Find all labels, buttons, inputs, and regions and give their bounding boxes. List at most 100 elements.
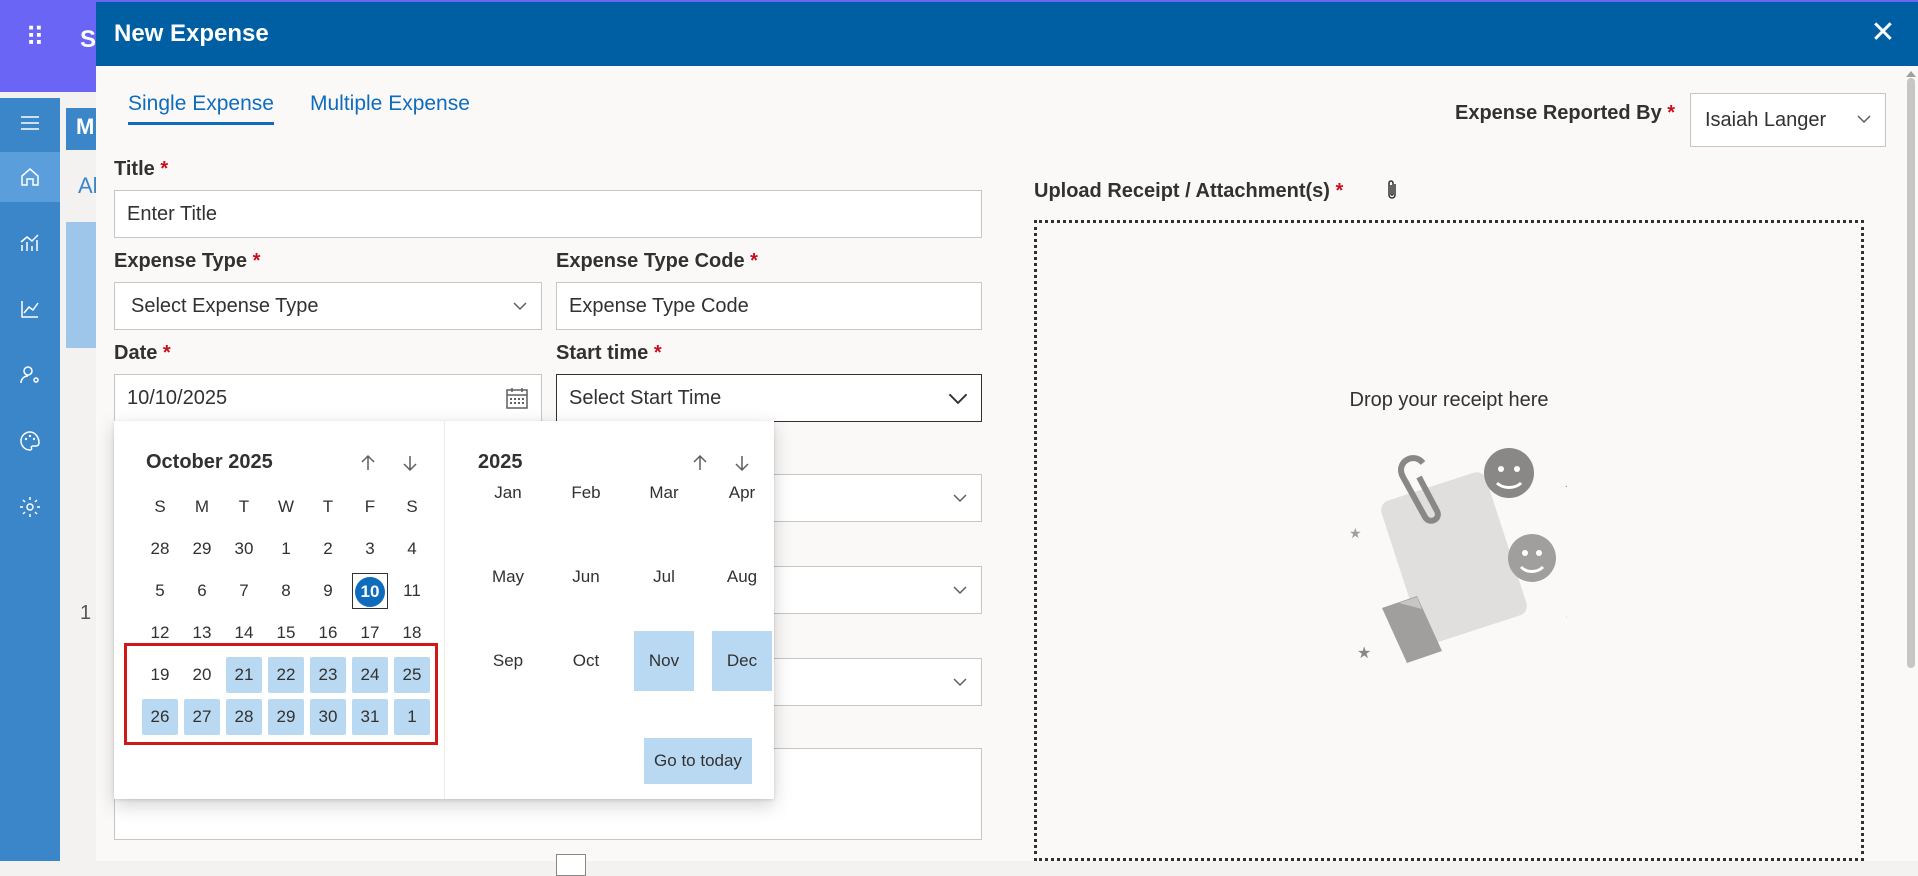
title-input[interactable]: Enter Title xyxy=(114,190,982,238)
user-settings-icon[interactable] xyxy=(0,350,60,400)
receipt-drop-zone[interactable]: Drop your receipt here ★ ★ ★ ★ xyxy=(1034,220,1864,861)
calendar-month-aug[interactable]: Aug xyxy=(712,547,772,607)
calendar-day[interactable]: 3 xyxy=(352,531,388,567)
date-picker-popup: October 2025 SMTWTFS 28 29 30 1 2 3 4 5 6 7 8 9 10 11… xyxy=(114,421,774,799)
new-expense-dialog: New Expense ✕ Single Expense Multiple Ex… xyxy=(96,2,1918,876)
chevron-down-icon xyxy=(951,581,969,599)
expense-type-dropdown[interactable]: Select Expense Type xyxy=(114,282,542,330)
hamburger-icon[interactable] xyxy=(0,98,60,148)
calendar-day[interactable]: 5 xyxy=(142,573,178,609)
calendar-month-jun[interactable]: Jun xyxy=(556,547,616,607)
home-icon[interactable] xyxy=(0,152,60,202)
calendar-day[interactable]: 16 xyxy=(310,615,346,651)
calendar-day[interactable]: 22 xyxy=(268,657,304,693)
expense-type-code-input[interactable]: Expense Type Code xyxy=(556,282,982,330)
calendar-day[interactable]: 2 xyxy=(310,531,346,567)
day-header: W xyxy=(277,497,295,516)
calendar-day[interactable]: 14 xyxy=(226,615,262,651)
calendar-month-oct[interactable]: Oct xyxy=(556,631,616,691)
day-header: S xyxy=(154,497,166,516)
calendar-month-title[interactable]: October 2025 xyxy=(146,451,273,474)
expense-type-code-label: Expense Type Code * xyxy=(556,250,758,272)
calendar-day[interactable]: 31 xyxy=(352,699,388,735)
day-header: S xyxy=(406,497,418,516)
calendar-day[interactable]: 1 xyxy=(268,531,304,567)
calendar-day[interactable]: 25 xyxy=(394,657,430,693)
palette-icon[interactable] xyxy=(0,416,60,466)
title-label: Title * xyxy=(114,158,169,180)
previous-month-arrow-up-icon[interactable] xyxy=(354,449,382,477)
dialog-header: New Expense ✕ xyxy=(96,2,1918,66)
calendar-day[interactable]: 26 xyxy=(142,699,178,735)
calendar-month-mar[interactable]: Mar xyxy=(634,463,694,523)
gear-icon[interactable] xyxy=(0,482,60,532)
calendar-day[interactable]: 7 xyxy=(226,573,262,609)
calendar-day[interactable]: 12 xyxy=(142,615,178,651)
chevron-down-icon xyxy=(951,489,969,507)
calendar-month-apr[interactable]: Apr xyxy=(712,463,772,523)
calendar-month-nov[interactable]: Nov xyxy=(634,631,694,691)
trend-chart-icon[interactable] xyxy=(0,284,60,334)
calendar-day[interactable]: 24 xyxy=(352,657,388,693)
calendar-day[interactable]: 29 xyxy=(268,699,304,735)
app-title-fragment: S xyxy=(80,26,97,53)
calendar-day[interactable]: 28 xyxy=(226,699,262,735)
calendar-month-feb[interactable]: Feb xyxy=(556,463,616,523)
calendar-day[interactable]: 11 xyxy=(394,573,430,609)
calendar-day[interactable]: 13 xyxy=(184,615,220,651)
chevron-down-icon xyxy=(947,387,969,409)
calendar-month-dec[interactable]: Dec xyxy=(712,631,772,691)
next-month-arrow-down-icon[interactable] xyxy=(396,449,424,477)
day-header: T xyxy=(238,497,250,516)
scroll-up-arrow-icon[interactable] xyxy=(1905,66,1917,77)
chevron-down-icon xyxy=(1855,110,1873,128)
chevron-down-icon xyxy=(951,673,969,691)
start-time-label: Start time * xyxy=(556,342,662,364)
calendar-month-sep[interactable]: Sep xyxy=(478,631,538,691)
chevron-down-icon xyxy=(511,297,529,315)
calendar-day[interactable]: 9 xyxy=(310,573,346,609)
calendar-day[interactable]: 29 xyxy=(184,531,220,567)
calendar-day[interactable]: 20 xyxy=(184,657,220,693)
dialog-scrollbar[interactable] xyxy=(1907,78,1915,668)
calendar-day[interactable]: 28 xyxy=(142,531,178,567)
start-time-dropdown[interactable]: Select Start Time xyxy=(556,374,982,422)
close-icon[interactable]: ✕ xyxy=(1868,18,1898,48)
date-input[interactable]: 10/10/2025 xyxy=(114,374,542,422)
svg-text:★: ★ xyxy=(1349,525,1362,541)
calendar-day[interactable]: 15 xyxy=(268,615,304,651)
calendar-day[interactable]: 19 xyxy=(142,657,178,693)
tab-multiple-expense[interactable]: Multiple Expense xyxy=(310,92,470,122)
calendar-day[interactable]: 6 xyxy=(184,573,220,609)
calendar-day[interactable]: 27 xyxy=(184,699,220,735)
calendar-icon[interactable] xyxy=(505,386,529,410)
reported-by-label: Expense Reported By * xyxy=(1455,102,1676,124)
checkbox[interactable] xyxy=(556,854,586,876)
background-tab: Al xyxy=(78,173,98,198)
tab-single-expense[interactable]: Single Expense xyxy=(128,92,274,125)
dialog-title: New Expense xyxy=(114,20,269,47)
calendar-month-jul[interactable]: Jul xyxy=(634,547,694,607)
calendar-day[interactable]: 18 xyxy=(394,615,430,651)
day-header: F xyxy=(364,497,376,516)
calendar-day[interactable]: 21 xyxy=(226,657,262,693)
calendar-day[interactable]: 1 xyxy=(394,699,430,735)
calendar-day[interactable]: 17 xyxy=(352,615,388,651)
reported-by-dropdown[interactable]: Isaiah Langer xyxy=(1690,93,1886,147)
go-to-today-button[interactable]: Go to today xyxy=(644,738,752,784)
calendar-day[interactable]: 4 xyxy=(394,531,430,567)
calendar-month-may[interactable]: May xyxy=(478,547,538,607)
calendar-month-jan[interactable]: Jan xyxy=(478,463,538,523)
calendar-day[interactable]: 30 xyxy=(226,531,262,567)
app-side-rail xyxy=(0,98,60,861)
calendar-day[interactable]: 8 xyxy=(268,573,304,609)
day-header: M xyxy=(194,497,210,516)
svg-text:★: ★ xyxy=(1565,610,1567,626)
calendar-day[interactable]: 30 xyxy=(310,699,346,735)
analytics-icon[interactable] xyxy=(0,218,60,268)
receipt-illustration-icon: ★ ★ ★ ★ xyxy=(1337,443,1578,673)
app-launcher-icon[interactable]: ⠿ xyxy=(20,22,50,52)
paperclip-icon[interactable] xyxy=(1384,178,1400,202)
calendar-day[interactable]: 23 xyxy=(310,657,346,693)
calendar-day-today[interactable]: 10 xyxy=(352,573,388,609)
